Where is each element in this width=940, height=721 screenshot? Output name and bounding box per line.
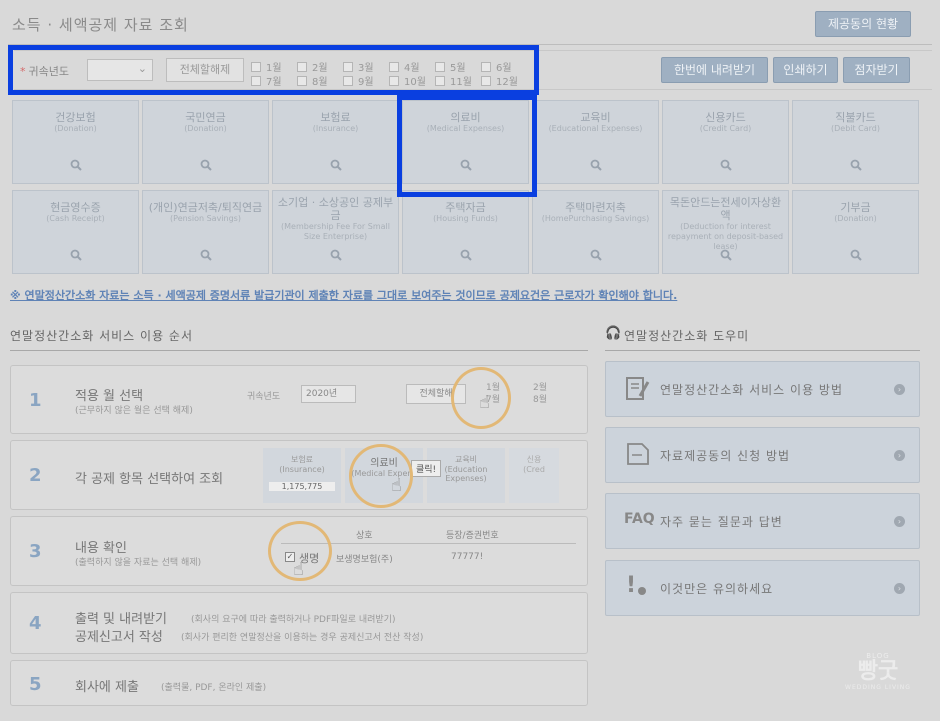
step-4: 4 출력 및 내려받기 (회사의 요구에 따라 출력하거나 PDF파일로 내려받… — [10, 592, 588, 654]
month-checkbox-7[interactable]: 7월 — [251, 73, 282, 88]
category-insurance[interactable]: 보험료 (Insurance) — [272, 100, 399, 184]
step-5: 5 회사에 제출 (출력물, PDF, 온라인 제출) — [10, 660, 588, 706]
month-checkbox-2[interactable]: 2월 — [297, 59, 328, 74]
checkbox[interactable] — [343, 61, 353, 72]
help-faq[interactable]: FAQ 자주 묻는 질문과 답변 › — [605, 493, 920, 549]
checkbox[interactable] — [297, 75, 307, 86]
year-label: * 귀속년도 — [20, 65, 69, 78]
highlight-ring — [349, 444, 413, 508]
print-button[interactable]: 인쇄하기 — [773, 57, 838, 83]
help-cautions[interactable]: ! 이것만은 유의하세요 › — [605, 560, 920, 616]
clear-all-button[interactable]: 전체할해제 — [166, 58, 244, 82]
required-star: * — [20, 65, 26, 78]
category-national-pension[interactable]: 국민연금 (Donation) — [142, 100, 269, 184]
checkbox[interactable] — [389, 61, 399, 72]
steps-section-title: 연말정산간소화 서비스 이용 순서 — [10, 329, 194, 343]
month-checkbox-10[interactable]: 10월 — [389, 73, 426, 88]
category-housing-funds[interactable]: 주택자금 (Housing Funds) — [402, 190, 529, 274]
search-icon — [590, 159, 602, 171]
help-data-consent[interactable]: 자료제공동의 신청 방법 › — [605, 427, 920, 483]
month-checkbox-4[interactable]: 4월 — [389, 59, 420, 74]
category-health-insurance[interactable]: 건강보험 (Donation) — [12, 100, 139, 184]
checkbox[interactable] — [251, 75, 261, 86]
category-home-purchase-savings[interactable]: 주택마련저축 (HomePurchasing Savings) — [532, 190, 659, 274]
arrow-right-icon: › — [894, 583, 905, 594]
help-usage-guide[interactable]: 연말정산간소화 서비스 이용 방법 › — [605, 361, 920, 417]
document-edit-icon — [626, 377, 650, 400]
checkbox[interactable] — [389, 75, 399, 86]
search-icon — [200, 249, 212, 261]
category-debit-card[interactable]: 직불카드 (Debit Card) — [792, 100, 919, 184]
month-checkbox-6[interactable]: 6월 — [481, 59, 512, 74]
category-medical-expenses[interactable]: 의료비 (Medical Expenses) — [402, 100, 529, 184]
checkbox[interactable] — [435, 61, 445, 72]
year-select[interactable]: ⌄ — [87, 59, 153, 81]
checkbox[interactable] — [297, 61, 307, 72]
search-icon — [720, 159, 732, 171]
step-2: 2 각 공제 항목 선택하여 조회 보험료 (Insurance) 1,175,7… — [10, 440, 588, 510]
search-icon — [330, 159, 342, 171]
category-cash-receipt[interactable]: 현금영수증 (Cash Receipt) — [12, 190, 139, 274]
download-all-button[interactable]: 한번에 내려받기 — [661, 57, 768, 83]
step-3: 3 내용 확인 (출력하지 않을 자료는 선택 해제) 상호 등장/증권번호 ✓… — [10, 516, 588, 586]
pointer-hand-icon: ☝ — [391, 475, 402, 496]
search-icon — [850, 249, 862, 261]
page-title: 소득 · 세액공제 자료 조회 — [12, 16, 189, 34]
help-section-title: 연말정산간소화 도우미 — [624, 329, 750, 343]
category-education[interactable]: 교육비 (Educational Expenses) — [532, 100, 659, 184]
search-icon — [330, 249, 342, 261]
search-icon — [70, 159, 82, 171]
category-small-business[interactable]: 소기업 · 소상공인 공제부금 (Membership Fee For Smal… — [272, 190, 399, 274]
pointer-hand-icon: ☝ — [293, 559, 304, 580]
search-icon — [850, 159, 862, 171]
headset-icon: 🎧 — [605, 326, 622, 341]
search-icon — [460, 249, 472, 261]
step-1-preview: 귀속년도 2020년 전체할해 1월 7월 2월 8월 — [247, 383, 548, 405]
category-donation[interactable]: 기부금 (Donation) — [792, 190, 919, 274]
pointer-hand-icon: ☝ — [479, 392, 490, 413]
month-checkbox-9[interactable]: 9월 — [343, 73, 374, 88]
arrow-right-icon: › — [894, 516, 905, 527]
help-section-divider — [605, 350, 920, 351]
chevron-down-icon: ⌄ — [137, 62, 147, 75]
month-checkbox-3[interactable]: 3월 — [343, 59, 374, 74]
checkbox[interactable] — [251, 61, 261, 72]
search-icon — [460, 159, 472, 171]
click-tooltip: 클릭! — [411, 460, 442, 477]
dot-icon — [638, 587, 646, 595]
checkbox[interactable] — [435, 75, 445, 86]
month-checkbox-12[interactable]: 12월 — [481, 73, 518, 88]
title-divider — [8, 44, 932, 45]
faq-icon: FAQ — [624, 511, 655, 527]
blog-watermark: BLOG 빵굿 WEDDING LIVING — [845, 652, 911, 691]
share-status-button[interactable]: 제공동의 현황 — [815, 11, 911, 37]
search-icon — [590, 249, 602, 261]
search-icon — [200, 159, 212, 171]
document-icon — [627, 443, 649, 465]
checkbox[interactable] — [481, 61, 491, 72]
category-lease-interest[interactable]: 목돈안드는전세이자상환액 (Deduction for interest rep… — [662, 190, 789, 274]
arrow-right-icon: › — [894, 450, 905, 461]
month-checkbox-11[interactable]: 11월 — [435, 73, 472, 88]
exclamation-icon: ! — [626, 573, 637, 598]
step-2-preview: 보험료 (Insurance) 1,175,775 의료비 (Medical Exp… — [263, 448, 573, 503]
category-pension-savings[interactable]: (개인)연금저축/퇴직연금 (Pension Savings) — [142, 190, 269, 274]
notice-link[interactable]: ※ 연말정산간소화 자료는 소득 · 세액공제 증명서류 발급기관이 제출한 자… — [10, 287, 677, 303]
search-icon — [70, 249, 82, 261]
month-checkbox-5[interactable]: 5월 — [435, 59, 466, 74]
month-checkbox-8[interactable]: 8월 — [297, 73, 328, 88]
arrow-right-icon: › — [894, 384, 905, 395]
step-1: 1 적용 월 선택 (근무하지 않은 월은 선택 해제) 귀속년도 2020년 … — [10, 365, 588, 434]
save-button[interactable]: 점자받기 — [843, 57, 910, 83]
steps-section-divider — [10, 350, 588, 351]
category-credit-card[interactable]: 신용카드 (Credit Card) — [662, 100, 789, 184]
month-checkbox-1[interactable]: 1월 — [251, 59, 282, 74]
search-icon — [720, 249, 732, 261]
checkbox[interactable] — [481, 75, 491, 86]
checkbox[interactable] — [343, 75, 353, 86]
